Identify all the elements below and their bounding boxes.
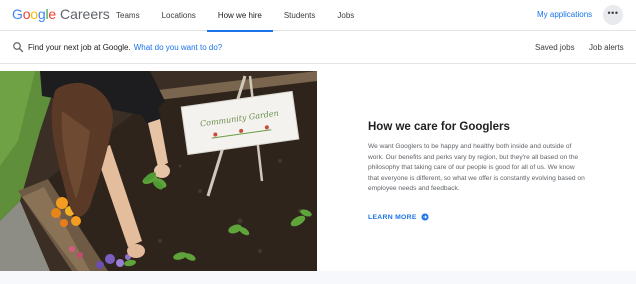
careers-wordmark: Careers xyxy=(60,6,110,22)
search-prompt-link[interactable]: What do you want to do? xyxy=(134,43,223,52)
garden-photo: Community Garden xyxy=(0,71,317,271)
my-applications-link[interactable]: My applications xyxy=(537,10,592,19)
job-alerts-link[interactable]: Job alerts xyxy=(589,43,624,52)
google-wordmark: Google xyxy=(12,6,56,22)
main-nav: Teams Locations How we hire Students Job… xyxy=(105,0,365,32)
learn-more-link[interactable]: LEARN MORE xyxy=(368,213,429,221)
learn-more-label: LEARN MORE xyxy=(368,213,417,221)
nav-locations[interactable]: Locations xyxy=(151,0,207,31)
top-navigation: Google Careers Teams Locations How we hi… xyxy=(0,0,636,32)
arrow-right-circle-icon xyxy=(421,213,429,221)
section-description: We want Googlers to be happy and healthy… xyxy=(368,143,585,193)
section-title: How we care for Googlers xyxy=(368,121,510,133)
care-for-googlers-section: How we care for Googlers We want Googler… xyxy=(317,71,636,271)
logo-letter: o xyxy=(30,6,38,22)
nav-how-we-hire[interactable]: How we hire xyxy=(206,0,273,32)
nav-teams[interactable]: Teams xyxy=(105,0,151,31)
search-prompt-text: Find your next job at Google. xyxy=(28,43,131,52)
job-search-bar[interactable]: Find your next job at Google. What do you… xyxy=(0,32,636,64)
saved-jobs-link[interactable]: Saved jobs xyxy=(535,43,575,52)
more-options-button[interactable]: ••• xyxy=(603,5,623,25)
search-prompt[interactable]: Find your next job at Google. What do you… xyxy=(28,43,222,52)
more-horizontal-icon: ••• xyxy=(607,8,619,18)
garden-illustration: Community Garden xyxy=(0,71,317,271)
logo-letter: G xyxy=(12,6,23,22)
next-section-edge xyxy=(0,271,636,284)
search-icon xyxy=(13,42,24,53)
nav-jobs[interactable]: Jobs xyxy=(326,0,365,31)
logo-letter: e xyxy=(48,6,56,22)
nav-students[interactable]: Students xyxy=(273,0,327,31)
google-careers-logo[interactable]: Google Careers xyxy=(12,6,110,24)
